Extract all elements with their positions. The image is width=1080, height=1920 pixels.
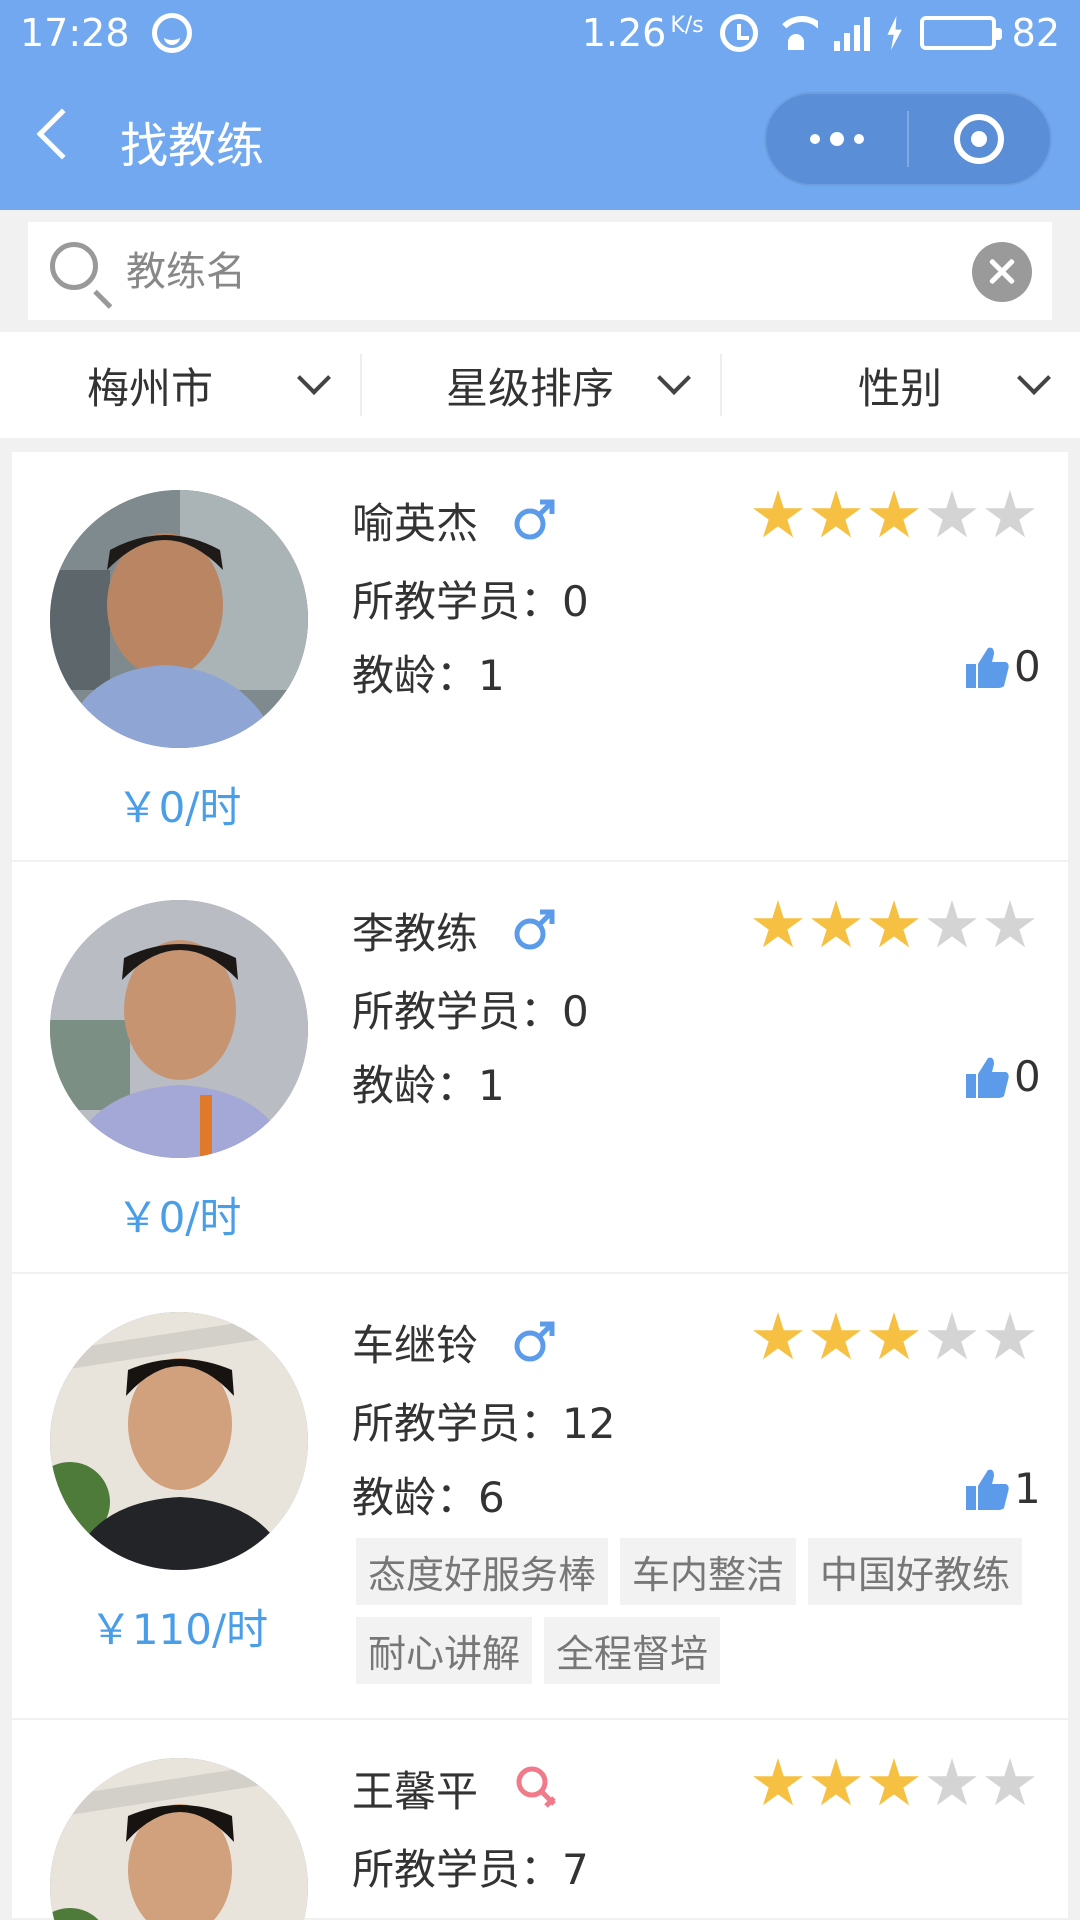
- back-icon[interactable]: [36, 108, 88, 160]
- filter-bar: 梅州市 星级排序 性别: [0, 332, 1080, 438]
- coach-tags: 态度好服务棒 车内整洁 中国好教练 耐心讲解 全程督培: [356, 1538, 1056, 1684]
- star-filled-icon: [811, 1312, 861, 1360]
- network-speed: 1.26 K/s: [581, 11, 704, 55]
- chevron-down-icon: [1017, 361, 1051, 395]
- thumbs-up-icon: [966, 647, 1009, 688]
- rating-stars: [752, 490, 1036, 542]
- filter-gender[interactable]: 性别: [720, 332, 1080, 438]
- wifi-icon: [773, 16, 818, 50]
- more-icon[interactable]: [766, 132, 907, 146]
- coach-name: 喻英杰: [352, 499, 479, 548]
- coach-list: ￥0/时 喻英杰 所教学员：0 教龄：1 0 ￥0/时 李教练 所教学员：0 教…: [12, 452, 1068, 1920]
- filter-city-label: 梅州市: [86, 363, 213, 413]
- price-per-hour: ￥0/时: [116, 1193, 242, 1242]
- like-count[interactable]: 1: [964, 1464, 1041, 1513]
- thumbs-up-icon: [966, 1469, 1009, 1510]
- male-icon: [514, 499, 555, 540]
- students-count: 所教学员：0: [352, 987, 589, 1036]
- star-filled-icon: [869, 490, 919, 538]
- students-count: 所教学员：12: [352, 1399, 616, 1448]
- chevron-down-icon: [657, 361, 691, 395]
- coach-name: 车继铃: [352, 1321, 479, 1370]
- star-empty-icon: [985, 900, 1035, 948]
- mini-program-capsule: [764, 92, 1052, 186]
- students-count: 所教学员：0: [352, 577, 589, 626]
- notification-icon: [151, 13, 192, 53]
- rating-stars: [752, 1758, 1036, 1810]
- coach-card[interactable]: ￥0/时 李教练 所教学员：0 教龄：1 0: [12, 862, 1068, 1274]
- price-per-hour: ￥110/时: [89, 1605, 269, 1654]
- search-area: [0, 210, 1080, 330]
- like-count[interactable]: 0: [964, 642, 1041, 691]
- price-per-hour: ￥0/时: [116, 783, 242, 832]
- avatar: [50, 1312, 308, 1570]
- coach-tag: 中国好教练: [808, 1538, 1023, 1605]
- star-filled-icon: [869, 1312, 919, 1360]
- coach-tag: 车内整洁: [620, 1538, 797, 1605]
- coach-tag: 耐心讲解: [356, 1617, 533, 1684]
- star-filled-icon: [753, 900, 803, 948]
- clear-icon[interactable]: [972, 242, 1032, 302]
- coach-tag: 态度好服务棒: [356, 1538, 609, 1605]
- teaching-years: 教龄：1: [352, 1061, 505, 1110]
- coach-name: 李教练: [352, 909, 479, 958]
- rating-stars: [752, 1312, 1036, 1364]
- star-filled-icon: [869, 900, 919, 948]
- coach-card[interactable]: ￥0/时 喻英杰 所教学员：0 教龄：1 0: [12, 452, 1068, 862]
- avatar: [50, 1758, 308, 1920]
- students-count: 所教学员：7: [352, 1845, 589, 1894]
- search-box: [28, 222, 1052, 320]
- star-filled-icon: [869, 1758, 919, 1806]
- male-icon: [514, 1321, 555, 1362]
- alarm-icon: [719, 14, 758, 52]
- filter-city[interactable]: 梅州市: [0, 332, 360, 438]
- star-empty-icon: [927, 1758, 977, 1806]
- star-empty-icon: [985, 1312, 1035, 1360]
- star-filled-icon: [811, 900, 861, 948]
- star-filled-icon: [753, 1758, 803, 1806]
- nav-bar: 找教练: [0, 66, 1080, 210]
- status-bar: 17:28 1.26 K/s 82: [0, 0, 1080, 66]
- battery-icon: [919, 16, 1002, 50]
- star-filled-icon: [753, 490, 803, 538]
- status-time: 17:28: [20, 11, 130, 55]
- star-empty-icon: [927, 900, 977, 948]
- teaching-years: 教龄：6: [352, 1473, 505, 1522]
- signal-icon: [833, 15, 870, 51]
- filter-rating-sort[interactable]: 星级排序: [360, 332, 720, 438]
- star-filled-icon: [811, 490, 861, 538]
- rating-stars: [752, 900, 1036, 952]
- filter-rating-sort-label: 星级排序: [445, 363, 614, 413]
- search-icon: [50, 242, 98, 290]
- female-icon: [516, 1766, 556, 1808]
- chevron-down-icon: [297, 361, 331, 395]
- like-count[interactable]: 0: [964, 1052, 1041, 1101]
- coach-card[interactable]: 王馨平 所教学员：7: [12, 1720, 1068, 1920]
- charging-icon: [887, 16, 902, 50]
- teaching-years: 教龄：1: [352, 651, 505, 700]
- avatar: [50, 900, 308, 1158]
- star-empty-icon: [927, 1312, 977, 1360]
- coach-card[interactable]: ￥110/时 车继铃 所教学员：12 教龄：6 1 态度好服务棒 车内整洁 中国…: [12, 1274, 1068, 1720]
- star-filled-icon: [753, 1312, 803, 1360]
- filter-gender-label: 性别: [857, 363, 942, 413]
- star-empty-icon: [927, 490, 977, 538]
- thumbs-up-icon: [966, 1057, 1009, 1098]
- coach-name: 王馨平: [352, 1767, 479, 1816]
- close-program-icon[interactable]: [909, 114, 1050, 164]
- avatar: [50, 490, 308, 748]
- star-filled-icon: [811, 1758, 861, 1806]
- page-title: 找教练: [120, 118, 265, 174]
- star-empty-icon: [985, 490, 1035, 538]
- status-indicators: 1.26 K/s 82: [582, 11, 1060, 55]
- star-empty-icon: [985, 1758, 1035, 1806]
- male-icon: [514, 909, 555, 950]
- battery-percent: 82: [1011, 11, 1060, 55]
- search-input[interactable]: [126, 242, 966, 302]
- coach-tag: 全程督培: [544, 1617, 721, 1684]
